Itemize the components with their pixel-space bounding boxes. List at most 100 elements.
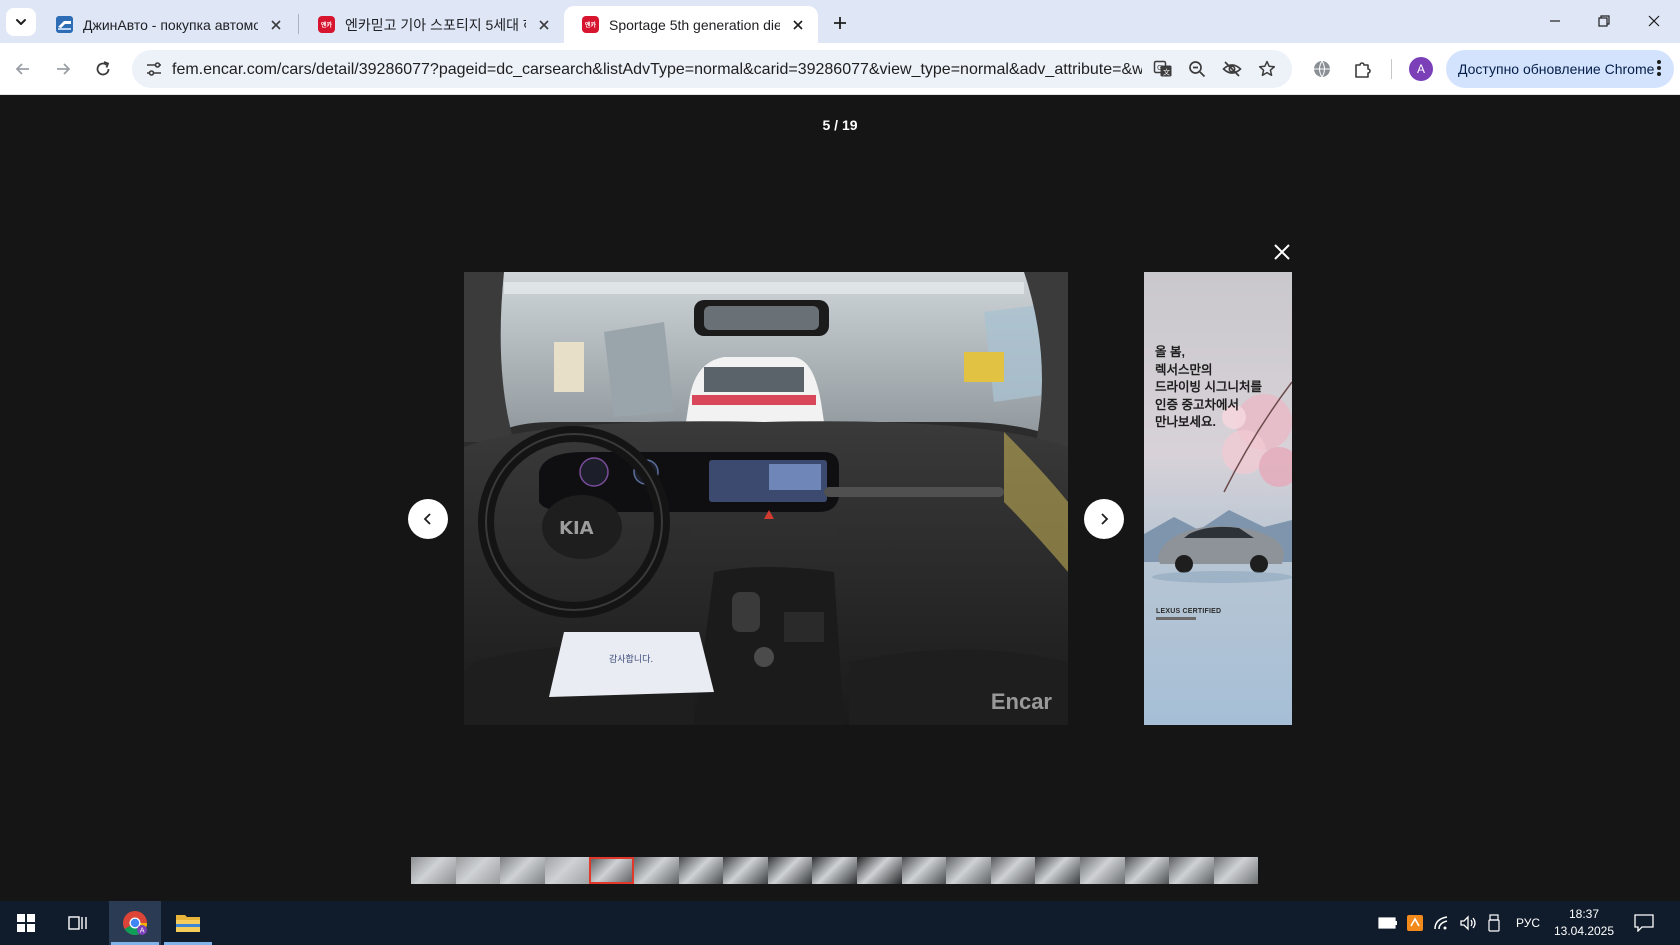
ad-headline: 올 봄, 렉서스만의 드라이빙 시그니처를 인증 중고차에서 만나보세요. (1155, 344, 1285, 432)
close-icon (1648, 15, 1660, 27)
ad-subtext-line (1156, 617, 1196, 620)
close-icon (1274, 244, 1290, 260)
close-viewer-button[interactable] (1268, 238, 1296, 266)
svg-text:G: G (1157, 64, 1162, 72)
new-tab-button[interactable] (826, 10, 854, 36)
svg-text:A: A (140, 927, 145, 935)
notifications-button[interactable] (1632, 912, 1656, 934)
forward-button[interactable] (48, 54, 78, 84)
thumbnail[interactable] (1213, 857, 1259, 884)
tab-title: ДжинАвто - покупка автомобилей (83, 16, 258, 33)
taskbar-chrome[interactable]: A (109, 901, 161, 945)
tab-search-button[interactable] (6, 8, 36, 36)
start-button[interactable] (0, 901, 52, 945)
thumbnail[interactable] (544, 857, 590, 884)
restore-button[interactable] (1581, 6, 1627, 36)
url-text[interactable]: fem.encar.com/cars/detail/39286077?pagei… (172, 61, 1142, 79)
app-tray-icon[interactable] (1405, 913, 1425, 933)
thumbnail[interactable] (1079, 857, 1125, 884)
thumbnail[interactable] (1035, 857, 1080, 884)
thumbnail[interactable] (1169, 857, 1214, 884)
thumbnail[interactable] (500, 857, 545, 884)
minimize-button[interactable] (1532, 6, 1578, 36)
windows-taskbar: A РУС 18:37 13.04.2025 (0, 901, 1680, 945)
chevron-right-icon (1101, 513, 1109, 525)
photo-counter: 5 / 19 (822, 117, 858, 133)
taskbar-file-explorer[interactable] (162, 901, 214, 945)
more-vert-icon[interactable] (1656, 58, 1662, 81)
ad-line: 올 봄, (1155, 345, 1185, 359)
encar-favicon-icon: 엔카 (582, 16, 599, 33)
update-label: Доступно обновление Chrome (1458, 61, 1655, 77)
notification-icon (1634, 914, 1654, 932)
tab-separator (298, 14, 299, 34)
next-photo-button[interactable] (1084, 499, 1124, 539)
system-clock[interactable]: 18:37 13.04.2025 (1548, 906, 1620, 940)
thumbnail[interactable] (455, 857, 501, 884)
svg-text:文: 文 (1163, 68, 1170, 77)
extension-globe-button[interactable] (1307, 54, 1337, 84)
tab-sportage-diesel[interactable]: 엔카 Sportage 5th generation diesel (564, 6, 818, 43)
task-view-button[interactable] (52, 901, 104, 945)
zoom-button[interactable] (1184, 57, 1210, 81)
tab-jinauto[interactable]: ДжинАвто - покупка автомобилей (38, 6, 296, 43)
eye-off-icon (1222, 61, 1242, 77)
thumbnail[interactable] (633, 857, 679, 884)
chrome-update-button[interactable]: Доступно обновление Chrome (1446, 50, 1674, 88)
thumbnail[interactable] (411, 857, 456, 884)
thumbnail[interactable] (678, 857, 724, 884)
reload-button[interactable] (88, 54, 118, 84)
tracking-protection-button[interactable] (1219, 57, 1245, 81)
puzzle-icon (1355, 62, 1371, 78)
main-photo: KIA 감사합니다. Encar (464, 272, 1068, 725)
ad-line: 드라이빙 시그니처를 (1155, 380, 1262, 394)
extensions-button[interactable] (1348, 54, 1378, 84)
thumbnail-strip (411, 857, 1269, 884)
thumbnail[interactable] (856, 857, 902, 884)
chevron-left-icon (423, 513, 431, 525)
plus-icon (834, 17, 846, 29)
car-interior-photo: KIA 감사합니다. (464, 272, 1068, 725)
encar-favicon-icon: 엔카 (318, 16, 335, 33)
reload-icon (96, 61, 110, 76)
clock-time: 18:37 (1568, 907, 1600, 921)
star-icon (1258, 60, 1276, 77)
address-bar[interactable]: fem.encar.com/cars/detail/39286077?pagei… (132, 50, 1292, 88)
thumbnail[interactable] (946, 857, 991, 884)
lexus-ad-banner[interactable]: 올 봄, 렉서스만의 드라이빙 시그니처를 인증 중고차에서 만나보세요. LE… (1144, 272, 1292, 725)
minimize-icon (1550, 20, 1560, 22)
clock-date: 13.04.2025 (1553, 924, 1615, 938)
chevron-down-icon (16, 19, 26, 25)
usb-tray-icon[interactable] (1484, 913, 1504, 933)
thumbnail[interactable] (723, 857, 768, 884)
tab-title: 엔카믿고 기아 스포티지 5세대 하이브리드 (345, 16, 526, 33)
thumbnail[interactable] (767, 857, 813, 884)
volume-tray-icon[interactable] (1458, 913, 1478, 933)
ad-artwork (1144, 381, 1292, 583)
input-language[interactable]: РУС (1516, 916, 1540, 930)
close-tab-icon[interactable] (534, 15, 554, 35)
tab-encar-hybrid[interactable]: 엔카 엔카믿고 기아 스포티지 5세대 하이브리드 (300, 6, 564, 43)
thumbnail[interactable] (1124, 857, 1170, 884)
bookmark-button[interactable] (1254, 57, 1280, 81)
windows-logo-icon (17, 914, 35, 932)
close-tab-icon[interactable] (266, 15, 286, 35)
back-button[interactable] (8, 54, 38, 84)
battery-tray-icon[interactable] (1378, 913, 1398, 933)
thumbnail[interactable] (812, 857, 857, 884)
tab-title: Sportage 5th generation diesel (609, 16, 780, 33)
previous-photo-button[interactable] (408, 499, 448, 539)
jinauto-favicon-icon (56, 16, 73, 33)
profile-avatar[interactable]: A (1409, 57, 1433, 81)
chrome-icon: A (123, 911, 147, 936)
close-tab-icon[interactable] (788, 15, 808, 35)
wifi-tray-icon[interactable] (1432, 913, 1452, 933)
close-window-button[interactable] (1631, 6, 1677, 36)
arrow-right-icon (57, 63, 71, 75)
thumbnail[interactable] (990, 857, 1036, 884)
thumbnail[interactable] (589, 857, 634, 884)
ad-line: 렉서스만의 (1155, 362, 1213, 377)
thumbnail[interactable] (901, 857, 947, 884)
site-info-button[interactable] (142, 57, 166, 81)
translate-button[interactable]: G文 (1150, 57, 1176, 81)
